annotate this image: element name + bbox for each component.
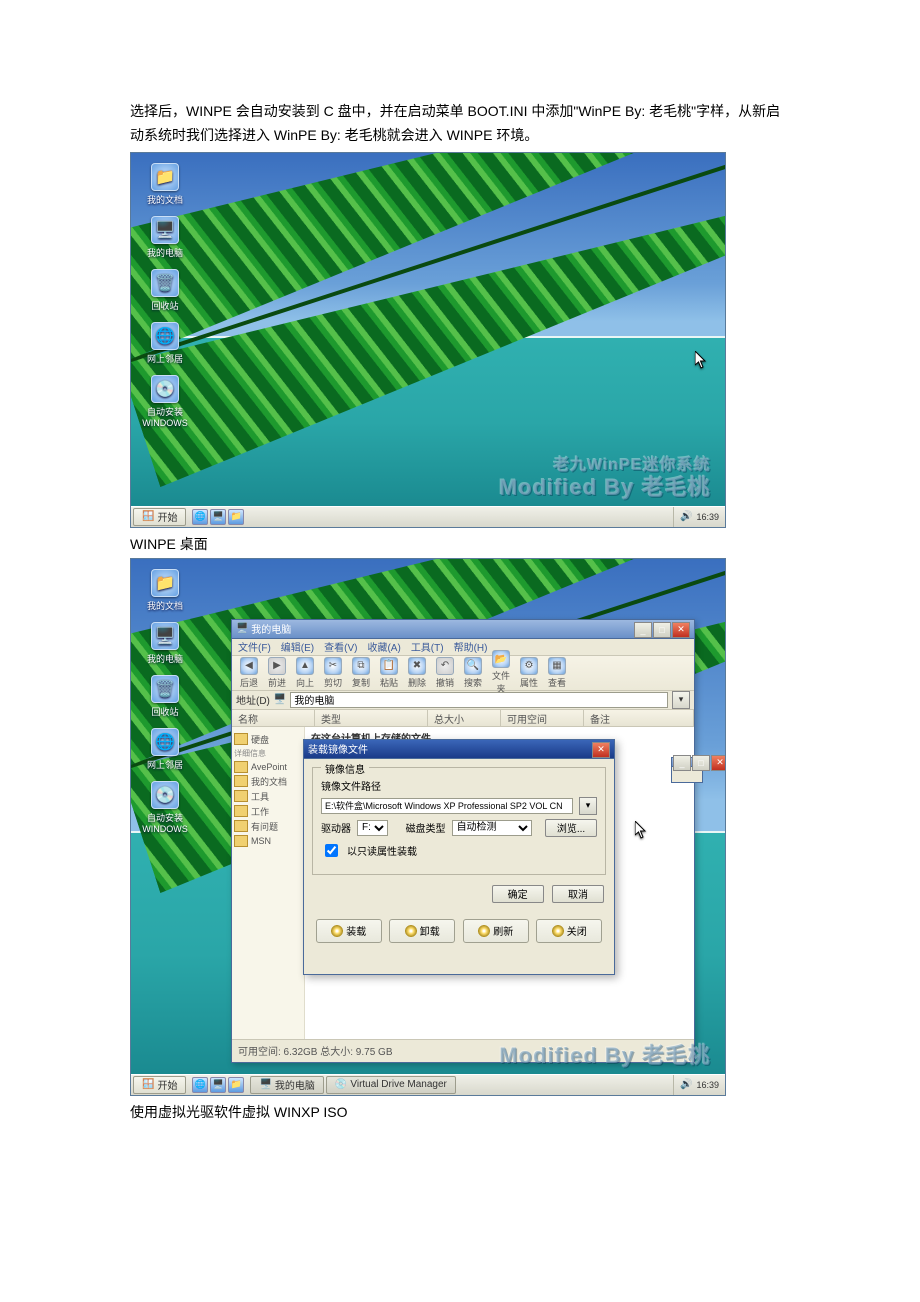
mount-image-dialog: 装载镜像文件 ✕ 镜像信息 镜像文件路径 ▾ 驱动器 F: 磁盘类型 自动检测 — [303, 739, 615, 975]
desktop-icon[interactable]: 📁我的文档 — [139, 163, 191, 206]
ok-button[interactable]: 确定 — [492, 885, 544, 903]
image-path-input[interactable] — [321, 798, 573, 814]
system-tray[interactable]: 🔊16:39 — [673, 507, 725, 527]
small-window[interactable]: _□✕ — [671, 757, 703, 783]
taskbar: 🪟开始 🌐🖥️📁 🔊16:39 — [131, 506, 725, 527]
close-button[interactable]: ✕ — [672, 622, 690, 638]
minimize-button[interactable]: _ — [634, 622, 652, 638]
column-headers[interactable]: 名称 类型 总大小 可用空间 备注 — [232, 710, 694, 727]
address-input[interactable] — [290, 692, 668, 708]
desktop-icon[interactable]: 🌐网上邻居 — [139, 322, 191, 365]
desktop-icon[interactable]: 📁我的文档 — [139, 569, 191, 612]
caption-2: 使用虚拟光驱软件虚拟 WINXP ISO — [130, 1102, 790, 1122]
taskbar: 🪟开始 🌐🖥️📁 🖥️我的电脑 💿Virtual Drive Manager 🔊… — [131, 1074, 725, 1095]
toolbar[interactable]: ◀后退 ▶前进 ▲向上 ✂剪切 ⧉复制 📋粘贴 ✖删除 ↶撤销 🔍搜索 📂文件夹… — [232, 656, 694, 691]
drive-select[interactable]: F: — [357, 820, 388, 836]
quick-launch[interactable]: 🌐🖥️📁 — [188, 1077, 248, 1093]
explorer-sidebar[interactable]: 硬盘 详细信息 AvePoint 我的文档 工具 工作 有问题 MSN — [232, 727, 305, 1045]
intro-paragraph: 选择后，WINPE 会自动安装到 C 盘中，并在启动菜单 BOOT.INI 中添… — [130, 100, 790, 148]
address-dropdown[interactable]: ▾ — [672, 691, 690, 709]
desktop-icons: 📁我的文档 🖥️我的电脑 🗑️回收站 🌐网上邻居 💿自动安装WINDOWS — [139, 163, 199, 438]
cursor-icon — [695, 351, 707, 369]
quick-launch[interactable]: 🌐🖥️📁 — [188, 509, 248, 525]
cursor-icon — [635, 821, 647, 839]
desktop-icon[interactable]: 🗑️回收站 — [139, 269, 191, 312]
taskbar-button[interactable]: 🖥️我的电脑 — [250, 1076, 323, 1094]
desktop-icon[interactable]: 💿自动安装WINDOWS — [139, 781, 191, 834]
address-bar[interactable]: 地址(D) 🖥️ ▾ — [232, 691, 694, 710]
desktop-icon[interactable]: 🌐网上邻居 — [139, 728, 191, 771]
dialog-titlebar[interactable]: 装载镜像文件 ✕ — [304, 740, 614, 759]
menu-bar[interactable]: 文件(F)编辑(E)查看(V)收藏(A)工具(T)帮助(H) — [232, 639, 694, 656]
desktop-icon[interactable]: 🗑️回收站 — [139, 675, 191, 718]
maximize-button[interactable]: □ — [653, 622, 671, 638]
disk-type-select[interactable]: 自动检测 — [452, 820, 532, 836]
system-tray[interactable]: 🔊16:39 — [673, 1075, 725, 1095]
desktop-icons: 📁我的文档 🖥️我的电脑 🗑️回收站 🌐网上邻居 💿自动安装WINDOWS — [139, 569, 199, 844]
explorer-titlebar[interactable]: 🖥️ 我的电脑 _ □ ✕ — [232, 620, 694, 639]
screenshot-virtual-drive: 📁我的文档 🖥️我的电脑 🗑️回收站 🌐网上邻居 💿自动安装WINDOWS 🖥️… — [130, 558, 726, 1096]
caption-1: WINPE 桌面 — [130, 534, 790, 554]
desktop-icon[interactable]: 💿自动安装WINDOWS — [139, 375, 191, 428]
close-big-button[interactable]: 关闭 — [536, 919, 602, 943]
cancel-button[interactable]: 取消 — [552, 885, 604, 903]
close-button[interactable]: ✕ — [592, 742, 610, 758]
unmount-button[interactable]: 卸载 — [389, 919, 455, 943]
screenshot-winpe-desktop: 📁我的文档 🖥️我的电脑 🗑️回收站 🌐网上邻居 💿自动安装WINDOWS 老九… — [130, 152, 726, 528]
desktop-icon[interactable]: 🖥️我的电脑 — [139, 622, 191, 665]
browse-button[interactable]: 浏览... — [545, 819, 597, 837]
image-info-group: 镜像信息 镜像文件路径 ▾ 驱动器 F: 磁盘类型 自动检测 浏览... — [312, 767, 606, 875]
start-button[interactable]: 🪟开始 — [133, 1076, 186, 1094]
path-dropdown[interactable]: ▾ — [579, 797, 597, 815]
readonly-checkbox[interactable] — [325, 844, 338, 857]
desktop-icon[interactable]: 🖥️我的电脑 — [139, 216, 191, 259]
mount-button[interactable]: 装载 — [316, 919, 382, 943]
start-button[interactable]: 🪟开始 — [133, 508, 186, 526]
taskbar-button[interactable]: 💿Virtual Drive Manager — [326, 1076, 456, 1094]
refresh-button[interactable]: 刷新 — [463, 919, 529, 943]
status-bar: 可用空间: 6.32GB 总大小: 9.75 GB — [232, 1039, 694, 1062]
